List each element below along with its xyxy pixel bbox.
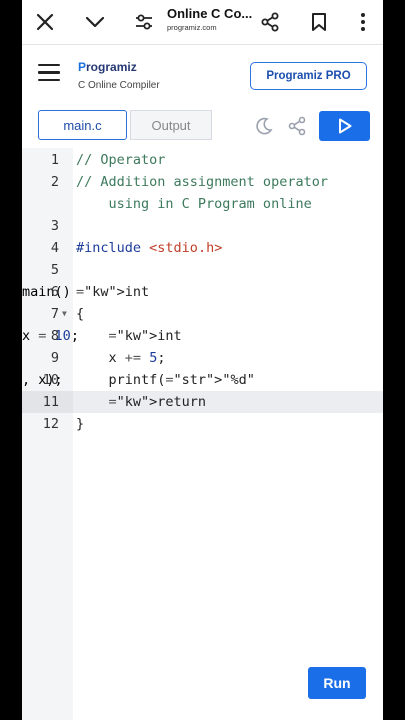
tab-main-c[interactable]: main.c: [38, 110, 127, 140]
dark-mode-icon[interactable]: [253, 115, 275, 137]
code-line[interactable]: 10 printf(="str">"%d", x);: [22, 369, 383, 391]
code-line[interactable]: 12}: [22, 413, 383, 435]
programiz-pro-button[interactable]: Programiz PRO: [250, 62, 367, 90]
code-text: }: [76, 416, 85, 432]
code-text: #include <stdio.h>: [76, 240, 223, 256]
line-number: 6: [50, 284, 59, 300]
share-code-icon[interactable]: [286, 115, 308, 137]
more-vertical-icon[interactable]: [351, 10, 375, 34]
tune-icon[interactable]: [132, 10, 156, 34]
code-line[interactable]: 9 x += 5;: [22, 347, 383, 369]
code-text: // Addition assignment operator: [76, 174, 328, 190]
line-number: 1: [50, 152, 59, 168]
tab-output[interactable]: Output: [130, 110, 212, 140]
fold-arrow-icon[interactable]: ▼: [62, 303, 67, 325]
code-text: ="kw">int: [76, 284, 150, 300]
code-line[interactable]: 5: [22, 259, 383, 281]
browser-page: Online C Co... programiz.com Programiz C…: [22, 0, 383, 720]
line-number: 9: [50, 350, 59, 366]
code-editor[interactable]: 1 // Operator 2 // Addition assignment oper…: [22, 148, 383, 720]
line-number: 10: [42, 372, 59, 388]
code-line[interactable]: 3: [22, 215, 383, 237]
code-text: {: [76, 306, 85, 322]
code-text: ="kw">int: [108, 328, 182, 344]
line-number: 5: [50, 262, 59, 278]
line-number: 3: [50, 218, 59, 234]
code-text: x += 5;: [76, 350, 166, 366]
play-icon: [338, 118, 351, 134]
compiler-subtitle: C Online Compiler: [78, 80, 160, 91]
code-text: // Operator: [76, 152, 166, 168]
code-line[interactable]: using in C Program online: [22, 193, 383, 215]
line-number: 12: [42, 416, 59, 432]
programiz-logo[interactable]: Programiz: [78, 60, 137, 74]
menu-icon[interactable]: [38, 64, 60, 82]
share-icon[interactable]: [258, 10, 282, 34]
run-button[interactable]: Run: [308, 667, 366, 699]
line-number: 4: [50, 240, 59, 256]
close-icon[interactable]: [33, 10, 57, 34]
code-line[interactable]: 8 ="kw">int x = 10;: [22, 325, 383, 347]
line-number: 8: [50, 328, 59, 344]
line-number: 11: [42, 394, 59, 410]
code-line[interactable]: 7 ▼ {: [22, 303, 383, 325]
code-text: ="kw">return: [108, 394, 207, 410]
code-text: printf(="str">"%d": [76, 372, 255, 388]
run-play-button[interactable]: [319, 111, 370, 141]
code-text: using in C Program online: [76, 196, 312, 212]
line-number: 7: [50, 306, 59, 322]
code-line[interactable]: 6 ="kw">int main(): [22, 281, 383, 303]
chevron-down-icon[interactable]: [83, 10, 107, 34]
code-line[interactable]: 2 // Addition assignment operator: [22, 171, 383, 193]
bookmark-icon[interactable]: [307, 10, 331, 34]
browser-toolbar: Online C Co... programiz.com: [22, 0, 383, 45]
code-line[interactable]: 1 // Operator: [22, 149, 383, 171]
line-number: 2: [50, 174, 59, 190]
code-line[interactable]: 4 #include <stdio.h>: [22, 237, 383, 259]
editor-toolbar: main.c Output: [22, 102, 383, 149]
code-line[interactable]: 11 ="kw">return 0;: [22, 391, 383, 413]
